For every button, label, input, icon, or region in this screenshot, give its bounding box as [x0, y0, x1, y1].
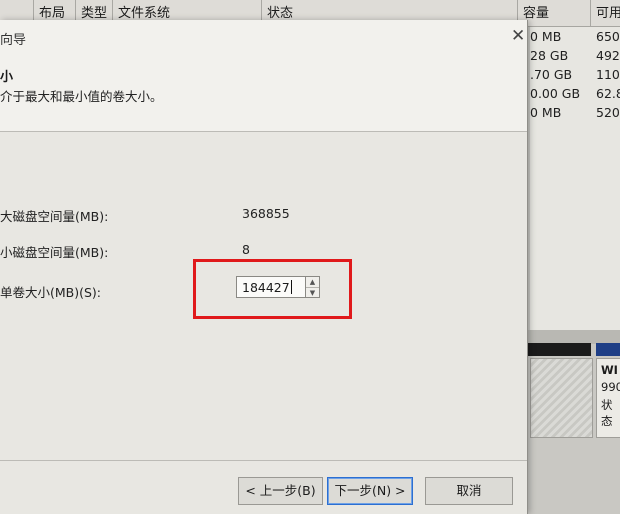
- spin-up-icon[interactable]: ▲: [306, 277, 319, 288]
- capacity-cell: 28 GB: [530, 48, 569, 63]
- max-size-value: 368855: [242, 206, 290, 221]
- new-volume-wizard-dialog: 向导 ✕ 小 介于最大和最小值的卷大小。 大磁盘空间量(MB): 368855 …: [0, 20, 528, 514]
- dialog-header: 向导 ✕ 小 介于最大和最小值的卷大小。: [0, 20, 527, 132]
- partition-card[interactable]: WI 990 状态: [596, 358, 620, 438]
- available-cell: 62.8: [596, 86, 620, 101]
- footer-divider: [0, 460, 527, 461]
- capacity-cell: 0.00 GB: [530, 86, 581, 101]
- min-size-label: 小磁盘空间量(MB):: [0, 245, 109, 260]
- unallocated-bar: [527, 343, 591, 356]
- volume-size-stepper[interactable]: ▲ ▼: [305, 276, 320, 298]
- column-header-capacity[interactable]: 容量: [518, 0, 591, 26]
- available-cell: 110: [596, 67, 620, 82]
- dialog-title: 向导: [0, 33, 27, 48]
- max-size-label: 大磁盘空间量(MB):: [0, 209, 109, 224]
- next-button[interactable]: 下一步(N) >: [327, 477, 413, 505]
- partition-name: WI: [601, 363, 618, 377]
- capacity-cell: .70 GB: [530, 67, 573, 82]
- partition-size: 990: [601, 380, 620, 394]
- available-cell: 520: [596, 105, 620, 120]
- cancel-button[interactable]: 取消: [425, 477, 513, 505]
- unallocated-region[interactable]: [530, 358, 593, 438]
- pane-divider[interactable]: [527, 330, 620, 344]
- capacity-cell: 0 MB: [530, 29, 562, 44]
- primary-partition-bar: [596, 343, 620, 356]
- text-caret: [290, 280, 292, 294]
- partition-status: 状态: [601, 398, 613, 428]
- step-subheading: 介于最大和最小值的卷大小。: [0, 89, 163, 104]
- back-button[interactable]: < 上一步(B): [238, 477, 323, 505]
- volume-size-value: 184427: [242, 280, 290, 295]
- available-cell: 492: [596, 48, 620, 63]
- step-heading: 小: [0, 70, 14, 85]
- capacity-cell: 0 MB: [530, 105, 562, 120]
- available-cell: 650: [596, 29, 620, 44]
- close-icon[interactable]: ✕: [511, 26, 525, 46]
- spin-down-icon[interactable]: ▼: [306, 288, 319, 298]
- volume-size-input[interactable]: 184427: [236, 276, 306, 298]
- min-size-value: 8: [242, 242, 250, 257]
- column-header-available[interactable]: 可用: [591, 0, 620, 26]
- volume-size-label: 单卷大小(MB)(S):: [0, 285, 102, 300]
